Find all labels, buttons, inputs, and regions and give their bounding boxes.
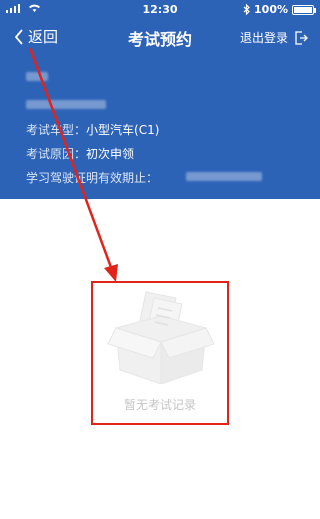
battery-group: 100% [243,3,316,16]
car-type-label: 考试车型： [26,123,87,137]
battery-icon [292,4,316,15]
logout-label: 退出登录 [239,31,288,45]
car-type-value: 小型汽车(C1) [86,123,160,137]
reason-value: 初次申领 [86,147,135,161]
validity-row: 学习驾驶证明有效期止： [26,169,158,186]
validity-label: 学习驾驶证明有效期止： [26,171,159,185]
reason-row: 考试原因：初次申领 [26,145,134,162]
bluetooth-icon [243,4,250,15]
logout-button[interactable]: 退出登录 [240,29,308,46]
logout-icon [295,30,308,45]
user-name-redacted [26,72,48,81]
battery-percent: 100% [254,3,288,16]
reason-label: 考试原因： [26,147,87,161]
car-type-row: 考试车型：小型汽车(C1) [26,121,159,138]
nav-bar: 返回 考试预约 退出登录 [0,20,320,52]
id-number-redacted [26,100,106,109]
status-bar: 12:30 100% [0,0,320,18]
battery-fill [294,6,312,13]
header-panel: 12:30 100% 返回 考试预约 退出登录 考试车型：小型汽车(C1) 考试… [0,0,320,199]
validity-date-redacted [186,172,262,181]
highlight-box [91,281,229,425]
